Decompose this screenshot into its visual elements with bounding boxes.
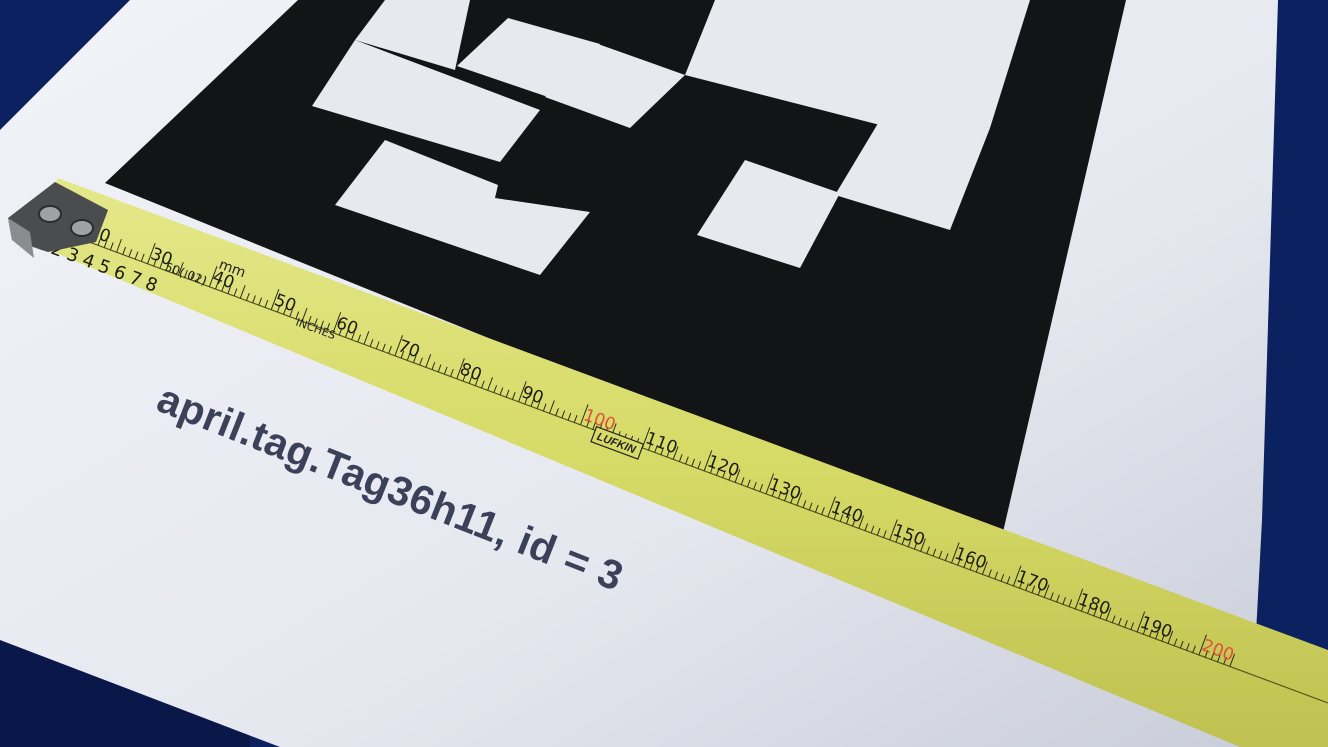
hook-rivet — [38, 205, 62, 223]
photo-scene: 2030405060708090100110120130140150160170… — [0, 0, 1328, 747]
hook-rivet — [70, 219, 94, 237]
